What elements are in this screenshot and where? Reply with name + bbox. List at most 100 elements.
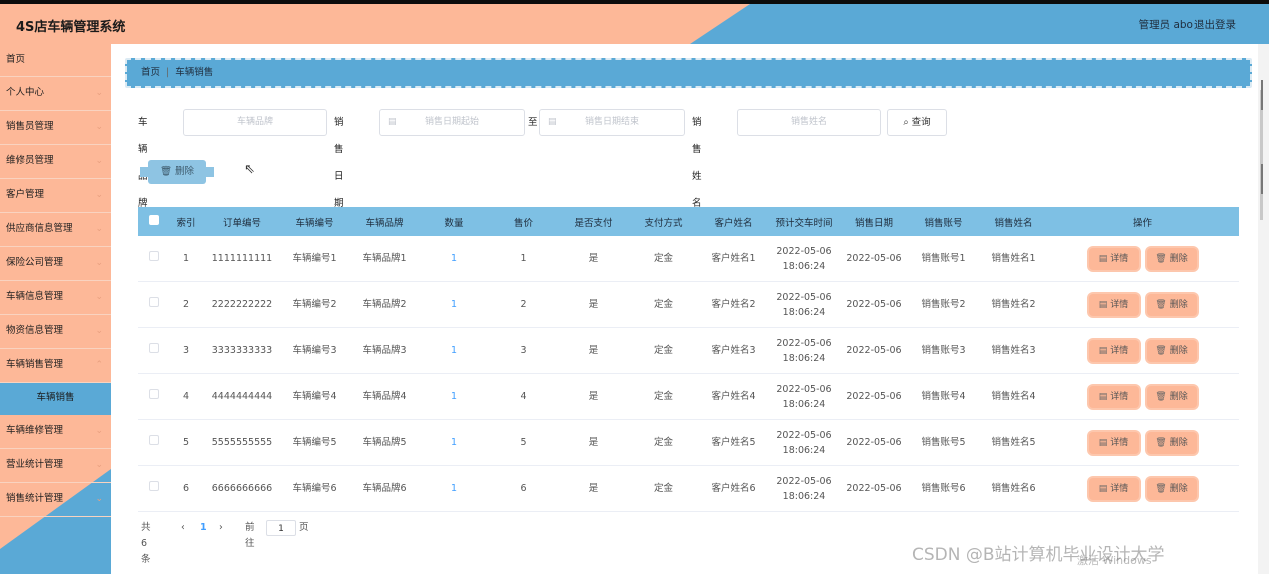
detail-button[interactable]: ▤ 详情 <box>1088 293 1139 316</box>
delivery-date: 2022-05-06 <box>776 475 832 487</box>
row-checkbox[interactable] <box>149 389 159 399</box>
sale-date-start-input[interactable]: ▤ 销售日期起始 <box>379 109 525 136</box>
sale-date-end-placeholder: 销售日期结束 <box>584 117 639 127</box>
pagination-next-button[interactable]: › <box>219 520 223 536</box>
sidebar-item-customer[interactable]: 客户管理 ⌄ <box>0 179 111 213</box>
chevron-down-icon: ⌄ <box>95 156 103 166</box>
table-row: 3 3333333333 车辆编号3 车辆品牌3 1 3 是定金 客户姓名3 2022-05-0… <box>138 328 1239 374</box>
sidebar-item-label: 维修员管理 <box>6 155 54 166</box>
pagination-current-page[interactable]: 1 <box>200 520 207 536</box>
sidebar-item-supplier[interactable]: 供应商信息管理 ⌄ <box>0 213 111 247</box>
logout-link[interactable]: 退出登录 <box>1194 17 1236 32</box>
cell-sales-account: 销售账号1 <box>921 253 966 264</box>
detail-button[interactable]: ▤ 详情 <box>1088 247 1139 270</box>
pagination-goto-input[interactable]: 1 <box>266 520 296 536</box>
sidebar-item-salesperson[interactable]: 销售员管理 ⌄ <box>0 111 111 145</box>
cell-vehicle-no: 车辆编号2 <box>292 299 337 310</box>
cell-vehicle-no: 车辆编号5 <box>292 437 337 448</box>
breadcrumb-separator: | <box>166 67 170 78</box>
detail-button[interactable]: ▤ 详情 <box>1088 385 1139 408</box>
sidebar-item-vehicle-sales-mgmt[interactable]: 车辆销售管理 ⌃ <box>0 349 111 383</box>
sidebar-item-label: 客户管理 <box>6 189 45 200</box>
cell-actions: ▤ 详情 🗑︎ 删除 <box>1046 339 1239 362</box>
sidebar-item-vehicle-repair[interactable]: 车辆维修管理 ⌄ <box>0 415 111 449</box>
column-header: 销售日期 <box>854 217 893 229</box>
query-button[interactable]: ⌕ 查询 <box>887 109 947 136</box>
sidebar-item-business-stats[interactable]: 营业统计管理 ⌄ <box>0 449 111 483</box>
brand-label: 车辆品牌 <box>138 117 148 209</box>
cell-pay-method: 定金 <box>653 483 673 494</box>
detail-button[interactable]: ▤ 详情 <box>1088 477 1139 500</box>
row-checkbox[interactable] <box>149 343 159 353</box>
row-checkbox[interactable] <box>149 481 159 491</box>
cell-delivery-time: 2022-05-06 18:06:24 <box>766 290 842 320</box>
select-all-checkbox-cell <box>138 215 170 228</box>
sales-name-label: 销售姓名 <box>692 117 702 209</box>
row-checkbox[interactable] <box>149 251 159 261</box>
column-header: 是否支付 <box>574 217 613 229</box>
bulk-delete-button[interactable]: 🗑︎ 删除 <box>140 160 214 184</box>
trash-icon: 🗑︎ <box>159 166 176 177</box>
breadcrumb-home[interactable]: 首页 <box>141 67 160 78</box>
brand-input[interactable]: 车辆品牌 <box>183 109 327 136</box>
sale-date-end-input[interactable]: ▤ 销售日期结束 <box>539 109 685 136</box>
select-all-checkbox[interactable] <box>149 215 159 225</box>
cell-price: 1 <box>520 253 527 264</box>
sidebar-item-vehicle-sales[interactable]: 车辆销售 <box>0 383 111 415</box>
cell-actions: ▤ 详情 🗑︎ 删除 <box>1046 431 1239 454</box>
detail-button[interactable]: ▤ 详情 <box>1088 339 1139 362</box>
trash-icon: 🗑︎ <box>1155 391 1167 402</box>
sidebar-item-label: 首页 <box>6 54 26 65</box>
sidebar-item-repairman[interactable]: 维修员管理 ⌄ <box>0 145 111 179</box>
cell-order-no: 1111111111 <box>211 253 273 264</box>
delivery-date: 2022-05-06 <box>776 291 832 303</box>
delete-button[interactable]: 🗑︎ 删除 <box>1146 477 1197 500</box>
delete-button[interactable]: 🗑︎ 删除 <box>1146 247 1197 270</box>
delete-button-label: 删除 <box>1169 299 1188 310</box>
sidebar-item-materials[interactable]: 物资信息管理 ⌄ <box>0 315 111 349</box>
sidebar-item-vehicle-info[interactable]: 车辆信息管理 ⌄ <box>0 281 111 315</box>
cell-sales-account: 销售账号5 <box>921 437 966 448</box>
delivery-date: 2022-05-06 <box>776 383 832 395</box>
detail-button-label: 详情 <box>1110 299 1129 310</box>
cell-paid: 是 <box>588 391 599 402</box>
cell-brand: 车辆品牌5 <box>362 437 407 448</box>
pagination-prev-button[interactable]: ‹ <box>181 520 185 536</box>
trash-icon: 🗑︎ <box>1155 253 1167 264</box>
cell-vehicle-no: 车辆编号3 <box>292 345 337 356</box>
detail-button-label: 详情 <box>1110 253 1129 264</box>
scrollbar-marker <box>1261 164 1263 194</box>
sidebar-item-sales-stats[interactable]: 销售统计管理 ⌄ <box>0 483 111 517</box>
cell-order-no: 4444444444 <box>211 391 273 402</box>
column-header: 售价 <box>513 217 533 229</box>
cell-index: 3 <box>182 345 190 356</box>
sidebar-item-label: 车辆销售 <box>36 392 75 403</box>
sidebar-item-label: 供应商信息管理 <box>6 223 73 234</box>
row-checkbox[interactable] <box>149 435 159 445</box>
column-header: 操作 <box>1132 217 1152 229</box>
sales-name-input[interactable]: 销售姓名 <box>737 109 881 136</box>
table-header: 索引 订单编号 车辆编号 车辆品牌 数量 售价 是否支付 支付方式 客户姓名 预… <box>138 207 1239 236</box>
cell-delivery-time: 2022-05-06 18:06:24 <box>766 382 842 412</box>
trash-icon: 🗑︎ <box>1155 483 1167 494</box>
cell-customer: 客户姓名4 <box>711 391 756 402</box>
detail-button[interactable]: ▤ 详情 <box>1088 431 1139 454</box>
top-header: 4S店车辆管理系统 管理员 abo 退出登录 <box>0 0 1269 44</box>
cell-paid: 是 <box>588 437 599 448</box>
page-scrollbar[interactable] <box>1258 44 1269 574</box>
detail-button-label: 详情 <box>1110 437 1129 448</box>
cell-actions: ▤ 详情 🗑︎ 删除 <box>1046 293 1239 316</box>
delete-button[interactable]: 🗑︎ 删除 <box>1146 431 1197 454</box>
sidebar-item-insurance[interactable]: 保险公司管理 ⌄ <box>0 247 111 281</box>
column-header: 销售姓名 <box>994 217 1033 229</box>
cell-quantity: 1 <box>450 391 458 402</box>
delete-button-label: 删除 <box>1169 391 1188 402</box>
delete-button[interactable]: 🗑︎ 删除 <box>1146 385 1197 408</box>
row-checkbox[interactable] <box>149 297 159 307</box>
delete-button-label: 删除 <box>1169 253 1188 264</box>
sidebar-item-home[interactable]: 首页 <box>0 44 111 77</box>
sidebar-item-personal-center[interactable]: 个人中心 ⌄ <box>0 77 111 111</box>
delete-button[interactable]: 🗑︎ 删除 <box>1146 339 1197 362</box>
cell-pay-method: 定金 <box>653 299 673 310</box>
delete-button[interactable]: 🗑︎ 删除 <box>1146 293 1197 316</box>
